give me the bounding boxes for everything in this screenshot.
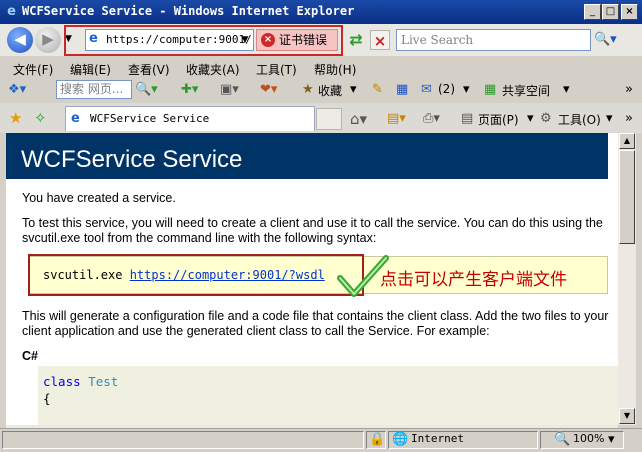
address-input[interactable]: https://computer:9001/ — [85, 29, 254, 51]
wsdl-link[interactable]: https://computer:9001/?wsdl — [130, 268, 325, 282]
favorites-center-icon[interactable]: ★ — [9, 110, 22, 126]
stop-icon[interactable]: × — [370, 30, 390, 50]
menu-edit[interactable]: 编辑(E) — [70, 61, 111, 78]
menu-file[interactable]: 文件(F) — [13, 61, 53, 78]
maximize-button[interactable]: □ — [602, 4, 619, 20]
lock-icon[interactable]: 🔒 — [369, 432, 385, 448]
live-search-input[interactable]: Live Search — [396, 29, 591, 51]
shield-error-icon: × — [261, 33, 275, 47]
minimize-button[interactable]: _ — [584, 4, 601, 20]
scroll-thumb[interactable] — [619, 150, 635, 244]
print-icon[interactable]: ⎙▾ — [423, 111, 440, 127]
tools-dropdown-icon[interactable]: ▾ — [606, 111, 613, 127]
scroll-down-button[interactable]: ▼ — [619, 408, 635, 424]
page-heading: WCFService Service — [21, 146, 243, 173]
instructions-text: To test this service, you will need to c… — [22, 216, 603, 245]
msn-icon[interactable]: ❖▾ — [8, 82, 26, 98]
note-icon[interactable]: ▦ — [396, 82, 408, 98]
page-icon: e — [89, 31, 98, 46]
zoom-level[interactable]: 100% — [573, 432, 604, 445]
gear-icon: ⚙ — [540, 111, 552, 126]
language-label: C# — [22, 349, 38, 363]
add-icon[interactable]: ✚▾ — [181, 82, 198, 98]
menu-tools[interactable]: 工具(T) — [256, 61, 297, 78]
command-options-icon[interactable]: » — [625, 111, 633, 127]
window-title: WCFService Service - Windows Internet Ex… — [22, 4, 355, 18]
close-button[interactable]: × — [621, 4, 638, 20]
home-icon[interactable]: ⌂▾ — [350, 111, 367, 127]
tab-page-icon: e — [71, 111, 80, 126]
tab-wcfservice[interactable]: WCFService Service — [65, 106, 315, 131]
code-line-1: class Test — [43, 374, 118, 389]
zoom-icon[interactable]: 🔍 — [554, 432, 570, 448]
back-button[interactable]: ◀ — [7, 27, 33, 53]
sample-code-box — [38, 366, 618, 426]
window-icon[interactable]: ▣▾ — [220, 82, 239, 98]
messenger-icon[interactable]: ❤▾ — [260, 82, 277, 98]
page-menu-button[interactable]: 页面(P) — [478, 111, 519, 128]
search-go-icon[interactable]: 🔍▾ — [135, 82, 158, 98]
globe-icon: 🌐 — [392, 432, 409, 447]
share-icon: ▦ — [484, 82, 497, 97]
intro-text: You have created a service. — [22, 191, 176, 205]
code-class-name: Test — [88, 374, 119, 389]
generate-text: This will generate a configuration file … — [22, 309, 609, 338]
code-line-2: { — [43, 391, 51, 406]
tools-menu-button[interactable]: 工具(O) — [558, 111, 601, 128]
menu-help[interactable]: 帮助(H) — [314, 61, 356, 78]
favorites-dropdown-icon[interactable]: ▾ — [350, 82, 357, 98]
zoom-dropdown-icon[interactable]: ▾ — [608, 432, 615, 448]
toolbar-options-icon[interactable]: » — [625, 82, 633, 98]
forward-button[interactable]: ▶ — [35, 27, 61, 53]
page-dropdown-icon[interactable]: ▾ — [527, 111, 534, 127]
toolbar-search-input[interactable]: 搜索 网页... — [56, 80, 132, 99]
address-dropdown-icon[interactable]: ▼ — [238, 31, 252, 49]
menu-favorites[interactable]: 收藏夹(A) — [186, 61, 240, 78]
code-keyword: class — [43, 374, 81, 389]
share-dropdown-icon[interactable]: ▾ — [563, 82, 570, 98]
zone-label: Internet — [411, 432, 464, 445]
status-message-pane — [2, 431, 364, 449]
annotation-text: 点击可以产生客户端文件 — [380, 270, 567, 290]
ie-app-icon: e — [7, 4, 16, 19]
favorites-button[interactable]: 收藏 — [318, 82, 342, 99]
mail-icon[interactable]: ✉ — [421, 82, 432, 98]
favorites-star-icon: ★ — [302, 82, 314, 97]
pencil-icon[interactable]: ✎ — [372, 82, 383, 98]
page-icon-cmd: ▤ — [461, 111, 474, 126]
menu-view[interactable]: 查看(V) — [128, 61, 170, 78]
mail-dropdown-icon[interactable]: ▾ — [463, 82, 470, 98]
mail-count[interactable]: (2) — [438, 82, 455, 96]
add-favorites-icon[interactable]: ✧ — [34, 110, 47, 126]
refresh-icon[interactable]: ⇄ — [346, 30, 366, 50]
search-icon[interactable]: 🔍▾ — [594, 29, 624, 51]
svcutil-command: svcutil.exe https://computer:9001/?wsdl — [43, 268, 325, 282]
share-space-button[interactable]: 共享空间 — [502, 82, 550, 99]
svcutil-cmd-text: svcutil.exe — [43, 268, 130, 282]
scroll-up-button[interactable]: ▲ — [619, 133, 635, 149]
feeds-icon[interactable]: ▤▾ — [387, 111, 406, 127]
new-tab-button[interactable] — [316, 108, 342, 130]
